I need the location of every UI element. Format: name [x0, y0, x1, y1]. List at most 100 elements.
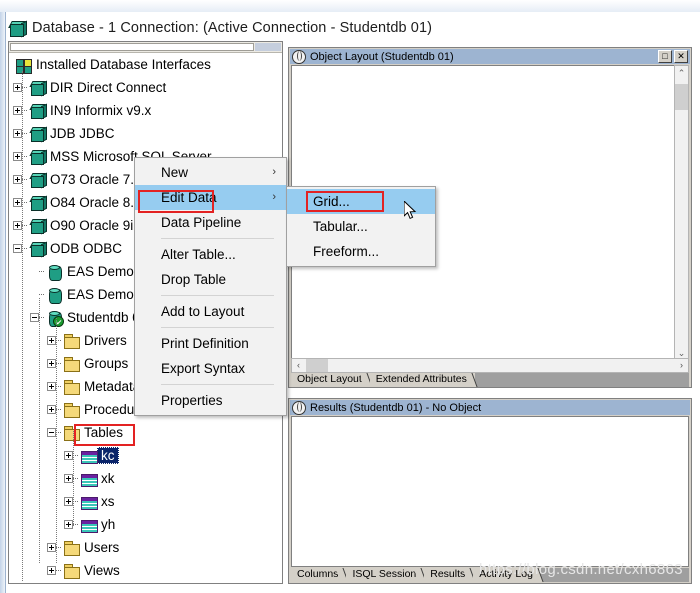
menu-separator	[161, 327, 274, 328]
menu-item-label: Drop Table	[161, 272, 227, 287]
folder-icon	[63, 333, 80, 349]
expand-plus-icon[interactable]	[13, 175, 22, 184]
results-icon	[292, 400, 306, 415]
table-icon	[80, 448, 98, 464]
tree-item-views[interactable]: Views	[9, 559, 282, 582]
tree-item-yh[interactable]: yh	[9, 513, 282, 536]
menu-item-new[interactable]: New ›	[135, 160, 286, 185]
menu-item-export-syntax[interactable]: Export Syntax	[135, 356, 286, 381]
tab-label: Columns	[297, 568, 339, 580]
server-icon	[29, 241, 47, 257]
tree-item-kc[interactable]: kc	[9, 444, 282, 467]
menu-item-add-to-layout[interactable]: Add to Layout	[135, 299, 286, 324]
tab-columns[interactable]: Columns	[291, 568, 347, 582]
mouse-cursor-icon	[404, 201, 417, 220]
expand-plus-icon[interactable]	[13, 221, 22, 230]
tree-item-label: yh	[101, 517, 116, 532]
scroll-up-icon[interactable]: ⌃	[675, 66, 688, 80]
expand-plus-icon[interactable]	[13, 198, 22, 207]
menu-item-print-definition[interactable]: Print Definition	[135, 331, 286, 356]
tree-item-utilities[interactable]: Utilities	[9, 582, 282, 583]
results-titlebar[interactable]: Results (Studentdb 01) - No Object	[290, 400, 690, 415]
tree-item-dir-direct-connect[interactable]: DIR Direct Connect	[9, 76, 282, 99]
submenu-item-freeform[interactable]: Freeform...	[287, 239, 435, 264]
results-canvas[interactable]	[291, 416, 689, 567]
tree-item-label: kc	[97, 447, 119, 464]
menu-separator	[161, 295, 274, 296]
page-title: Database - 1 Connection: (Active Connect…	[32, 20, 433, 36]
tree-horizontal-scrollbar[interactable]	[9, 42, 282, 53]
expand-plus-icon[interactable]	[64, 520, 73, 529]
expand-plus-icon[interactable]	[64, 474, 73, 483]
expand-plus-icon[interactable]	[47, 336, 56, 345]
scroll-left-icon[interactable]: ‹	[292, 359, 305, 372]
collapse-minus-icon[interactable]	[13, 244, 22, 253]
tree-item-label: xs	[101, 494, 115, 509]
tab-isql-session[interactable]: ISQL Session	[346, 568, 425, 582]
tab-label: Object Layout	[297, 373, 362, 385]
object-layout-titlebar[interactable]: Object Layout (Studentdb 01) □ ✕	[290, 49, 690, 64]
tree-item-root[interactable]: Installed Database Interfaces	[9, 53, 282, 76]
database-icon	[8, 20, 27, 37]
menu-item-edit-data[interactable]: Edit Data ›	[135, 185, 286, 210]
object-layout-horizontal-scrollbar[interactable]: ‹ ›	[291, 358, 689, 373]
expand-plus-icon[interactable]	[13, 129, 22, 138]
server-icon	[29, 126, 47, 142]
collapse-minus-icon[interactable]	[30, 313, 39, 322]
tab-object-layout[interactable]: Object Layout	[291, 373, 370, 387]
menu-item-alter-table[interactable]: Alter Table...	[135, 242, 286, 267]
tree-item-users[interactable]: Users	[9, 536, 282, 559]
expand-plus-icon[interactable]	[47, 543, 56, 552]
window-chrome-left-edge	[0, 0, 6, 593]
tree-item-tables[interactable]: Tables	[9, 421, 282, 444]
vertical-scrollbar-thumb[interactable]	[675, 84, 688, 110]
menu-item-data-pipeline[interactable]: Data Pipeline	[135, 210, 286, 235]
tab-results[interactable]: Results	[424, 568, 474, 582]
tree-scrollbar-thumb[interactable]	[10, 43, 254, 51]
menu-item-drop-table[interactable]: Drop Table	[135, 267, 286, 292]
tree-item-label: JDB JDBC	[50, 126, 115, 141]
menu-item-label: Alter Table...	[161, 247, 236, 262]
expand-plus-icon[interactable]	[47, 359, 56, 368]
tree-scrollbar-trough[interactable]	[255, 43, 281, 51]
tree-item-label: xk	[101, 471, 115, 486]
menu-separator	[161, 238, 274, 239]
expand-plus-icon[interactable]	[47, 405, 56, 414]
folder-icon	[63, 379, 80, 395]
menu-item-label: New	[161, 165, 189, 180]
window-titlebar: Database - 1 Connection: (Active Connect…	[8, 16, 698, 40]
expand-plus-icon[interactable]	[13, 152, 22, 161]
window-chrome-top-edge	[0, 0, 700, 12]
horizontal-scrollbar-thumb[interactable]	[306, 359, 328, 372]
folder-icon	[63, 356, 80, 372]
tree-item-jdb-jdbc[interactable]: JDB JDBC	[9, 122, 282, 145]
expand-plus-icon[interactable]	[64, 497, 73, 506]
folder-icon	[63, 563, 80, 579]
tree-item-xs[interactable]: xs	[9, 490, 282, 513]
tab-label: Results	[430, 568, 466, 580]
expand-plus-icon[interactable]	[47, 382, 56, 391]
tree-item-xk[interactable]: xk	[9, 467, 282, 490]
expand-plus-icon[interactable]	[13, 83, 22, 92]
menu-item-label: Print Definition	[161, 336, 249, 351]
expand-plus-icon[interactable]	[64, 451, 73, 460]
object-layout-vertical-scrollbar[interactable]: ⌃ ⌄	[674, 65, 689, 361]
object-layout-title: Object Layout (Studentdb 01)	[310, 50, 454, 63]
expand-plus-icon[interactable]	[47, 566, 56, 575]
application-window: Database - 1 Connection: (Active Connect…	[0, 0, 700, 593]
menu-separator	[161, 384, 274, 385]
tree-item-in9-informix-v9-x[interactable]: IN9 Informix v9.x	[9, 99, 282, 122]
tree-item-label: ODB ODBC	[50, 241, 123, 256]
close-button[interactable]: ✕	[674, 50, 688, 63]
maximize-button[interactable]: □	[658, 50, 672, 63]
tab-extended-attributes[interactable]: Extended Attributes	[369, 373, 475, 387]
menu-item-label: Export Syntax	[161, 361, 246, 376]
expand-plus-icon[interactable]	[13, 106, 22, 115]
collapse-minus-icon[interactable]	[47, 428, 56, 437]
menu-item-properties[interactable]: Properties	[135, 388, 286, 413]
server-icon	[29, 149, 47, 165]
scroll-right-icon[interactable]: ›	[675, 359, 688, 372]
tree-guide-line	[56, 318, 58, 563]
results-window: Results (Studentdb 01) - No Object Colum…	[288, 398, 692, 584]
folder-icon	[63, 425, 80, 441]
